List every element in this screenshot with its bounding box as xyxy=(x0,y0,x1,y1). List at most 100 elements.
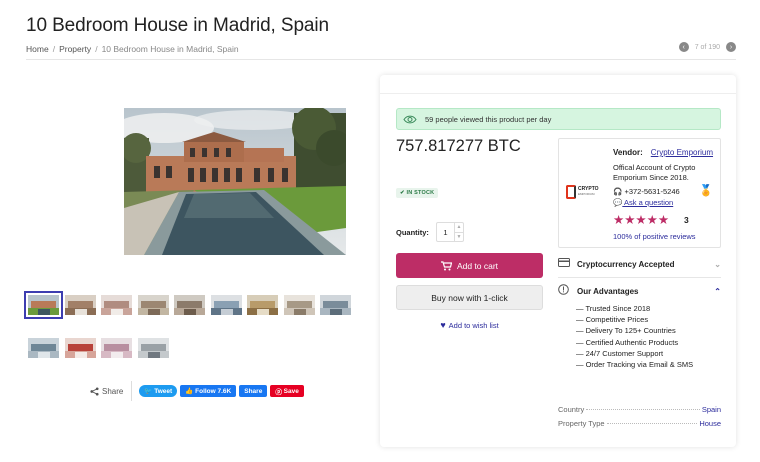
ask-question-label: Ask a question xyxy=(624,198,674,207)
facebook-share-label: Share xyxy=(244,387,263,395)
attribute-dots xyxy=(606,423,698,424)
attribute-dots xyxy=(586,409,700,410)
thumbnail[interactable] xyxy=(28,338,59,358)
product-price: 757.817277 BTC xyxy=(396,137,521,155)
attribute-key: Country xyxy=(558,405,585,414)
advantages-list: — Trusted Since 2018 — Competitive Price… xyxy=(576,303,693,370)
breadcrumb-home[interactable]: Home xyxy=(26,44,49,54)
thumbnail[interactable] xyxy=(64,338,96,358)
quantity-increase-icon[interactable]: ▲ xyxy=(455,223,463,233)
vendor-logo-text: CRYPTO EMPORIUM xyxy=(578,187,599,197)
vendor-description: Offical Account of Crypto Emporium Since… xyxy=(613,163,696,182)
advantage-item: — Order Tracking via Email & SMS xyxy=(576,360,694,370)
advantage-item: — Trusted Since 2018 xyxy=(576,304,651,313)
product-info-panel: 59 people viewed this product per day 75… xyxy=(380,75,736,447)
facebook-share-button[interactable]: Share xyxy=(239,385,268,397)
quantity-stepper[interactable]: 1 ▲ ▼ xyxy=(436,222,464,242)
vendor-phone: 🎧 +372-5631-5246 xyxy=(613,187,680,196)
page-title: 10 Bedroom House in Madrid, Spain xyxy=(26,15,329,36)
medal-icon: 🏅 xyxy=(699,185,713,197)
product-page: 10 Bedroom House in Madrid, Spain Home / P… xyxy=(0,0,760,462)
chevron-up-icon: ⌃ xyxy=(714,286,721,296)
stock-text: IN STOCK xyxy=(406,190,435,196)
cart-icon xyxy=(440,260,452,270)
thumbnail[interactable] xyxy=(174,295,205,315)
advantages-title: Our Advantages xyxy=(577,286,639,296)
buy-now-button[interactable]: Buy now with 1-click xyxy=(396,285,543,310)
crypto-accepted-accordion[interactable]: Cryptocurrency Accepted ⌄ xyxy=(558,255,721,273)
breadcrumb-separator: / xyxy=(95,44,98,54)
vendor-rating-count: 3 xyxy=(684,215,689,225)
attribute-row-property-type: Property Type House xyxy=(558,419,721,428)
thumbnail[interactable] xyxy=(283,295,315,315)
thumbnail[interactable] xyxy=(137,295,169,315)
quantity-label: Quantity: xyxy=(396,228,429,237)
breadcrumb-property[interactable]: Property xyxy=(59,44,91,54)
main-product-image[interactable] xyxy=(124,108,346,255)
views-notice: 59 people viewed this product per day xyxy=(396,108,721,130)
thumbnail[interactable] xyxy=(247,295,278,315)
vendor-label: Vendor: xyxy=(613,148,643,157)
accordion-divider xyxy=(558,277,721,278)
chevron-down-icon: ⌄ xyxy=(714,259,721,269)
crypto-emporium-logo-icon xyxy=(566,185,576,199)
facebook-follow-button[interactable]: 👍 Follow 7.6K xyxy=(180,385,237,397)
thumbnail-selected[interactable] xyxy=(24,291,63,319)
chat-icon: 💬 xyxy=(613,198,623,207)
ask-question-link[interactable]: 💬 Ask a question xyxy=(613,198,673,207)
pager-text: 7 of 190 xyxy=(694,43,720,51)
follow-label: Follow 7.6K xyxy=(195,387,232,395)
next-product-icon[interactable]: › xyxy=(726,42,736,52)
attribute-row-country: Country Spain xyxy=(558,405,721,414)
pinterest-save-button[interactable]: ⓟ Save xyxy=(270,385,304,397)
vendor-heading: Vendor: Crypto Emporium xyxy=(613,148,713,157)
vendor-name-link[interactable]: Crypto Emporium xyxy=(651,148,713,157)
vendor-logo[interactable]: CRYPTO EMPORIUM xyxy=(566,185,599,199)
advantage-item: — Competitive Prices xyxy=(576,315,649,325)
thumbnail[interactable] xyxy=(137,338,169,358)
tweet-button[interactable]: 🐦 Tweet xyxy=(139,385,178,397)
thumbnail[interactable] xyxy=(64,295,96,315)
share-icon xyxy=(90,386,99,396)
panel-divider xyxy=(380,93,736,94)
advantage-item: — 24/7 Customer Support xyxy=(576,348,664,358)
crypto-accepted-header[interactable]: Cryptocurrency Accepted ⌄ xyxy=(558,255,721,273)
wishlist-label: Add to wish list xyxy=(448,320,499,330)
eye-icon xyxy=(403,115,417,123)
credit-card-icon xyxy=(558,258,572,270)
views-text: 59 people viewed this product per day xyxy=(425,114,552,124)
vendor-card: CRYPTO EMPORIUM Vendor: Crypto Emporium Of… xyxy=(558,138,721,248)
advantage-item: — Certified Authentic Products xyxy=(576,337,679,347)
attribute-value-link[interactable]: House xyxy=(699,419,721,428)
header-divider xyxy=(26,59,736,60)
share-divider xyxy=(131,381,133,401)
vendor-reviews-link[interactable]: 100% of positive reviews xyxy=(613,232,696,241)
thumbnail[interactable] xyxy=(320,295,351,315)
advantages-header[interactable]: Our Advantages ⌃ xyxy=(558,282,721,300)
breadcrumb-current: 10 Bedroom House in Madrid, Spain xyxy=(101,44,239,54)
share-bar: Share 🐦 Tweet 👍 Follow 7.6K Share ⓟ Save xyxy=(90,381,307,401)
advantage-item: — Delivery To 125+ Countries xyxy=(576,326,676,336)
thumbnail[interactable] xyxy=(210,295,242,315)
thumbnail[interactable] xyxy=(101,338,132,358)
share-text: Share xyxy=(102,386,124,396)
wishlist-link[interactable]: ♥ Add to wish list xyxy=(396,320,543,330)
add-to-cart-button[interactable]: Add to cart xyxy=(396,253,543,278)
vendor-logo-subtitle: EMPORIUM xyxy=(578,192,595,196)
headset-icon: 🎧 xyxy=(613,187,623,196)
info-icon xyxy=(558,284,572,298)
advantages-accordion[interactable]: Our Advantages ⌃ xyxy=(558,282,721,300)
previous-product-icon[interactable]: ‹ xyxy=(678,42,689,52)
quantity-input[interactable]: 1 xyxy=(437,223,455,241)
product-pager: ‹ 7 of 190 › xyxy=(678,42,736,52)
thumbnail[interactable] xyxy=(101,295,132,315)
vendor-rating-stars: ★★★★★ xyxy=(613,213,670,227)
attribute-value-link[interactable]: Spain xyxy=(702,405,721,414)
share-label[interactable]: Share xyxy=(90,387,123,396)
pinterest-save-label: Save xyxy=(283,387,299,395)
add-to-cart-label: Add to cart xyxy=(456,260,499,271)
vendor-phone-number: +372-5631-5246 xyxy=(624,187,680,196)
crypto-accepted-title: Cryptocurrency Accepted xyxy=(577,259,675,269)
stock-badge: ✔ IN STOCK xyxy=(396,188,439,198)
quantity-decrease-icon[interactable]: ▼ xyxy=(455,233,463,242)
